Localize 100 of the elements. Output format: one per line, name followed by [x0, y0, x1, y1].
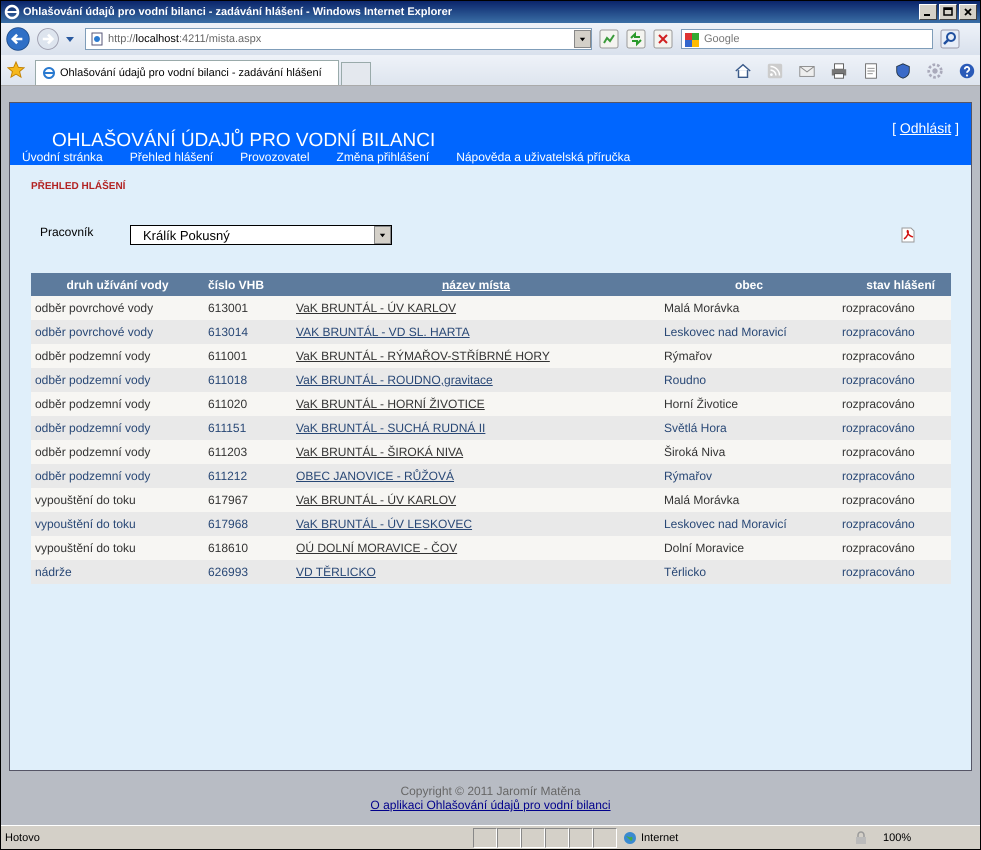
- table-cell: 611018: [204, 368, 292, 392]
- column-header: druh užívání vody: [31, 273, 204, 296]
- table-cell: vypouštění do toku: [31, 488, 204, 512]
- close-button[interactable]: [959, 4, 977, 20]
- table-cell: odběr podzemní vody: [31, 464, 204, 488]
- table-cell: odběr podzemní vody: [31, 416, 204, 440]
- dropdown-button[interactable]: [574, 30, 591, 48]
- table-cell: nádrže: [31, 560, 204, 584]
- place-link[interactable]: VaK BRUNTÁL - ROUDNO,gravitace: [292, 368, 660, 392]
- maximize-button[interactable]: [939, 4, 957, 20]
- worker-label: Pracovník: [40, 225, 94, 239]
- nav-link[interactable]: Změna přihlášení: [336, 150, 430, 164]
- copyright-text: Copyright © 2011 Jaromír Matěna: [400, 784, 581, 798]
- column-header[interactable]: název místa: [292, 273, 660, 296]
- table-cell: 611151: [204, 416, 292, 440]
- table-cell: Rýmařov: [660, 344, 838, 368]
- help-icon[interactable]: [958, 62, 976, 80]
- table-cell: rozpracováno: [838, 344, 951, 368]
- place-link[interactable]: VaK BRUNTÁL - SUCHÁ RUDNÁ II: [292, 416, 660, 440]
- table-cell: 613001: [204, 296, 292, 320]
- address-field[interactable]: http://localhost:4211/mista.aspx: [85, 28, 592, 50]
- worker-select[interactable]: Králík Pokusný: [130, 225, 392, 245]
- table-cell: rozpracováno: [838, 368, 951, 392]
- table-cell: Malá Morávka: [660, 296, 838, 320]
- stop-icon[interactable]: [653, 29, 673, 49]
- table-cell: Dolní Moravice: [660, 536, 838, 560]
- table-cell: Široká Niva: [660, 440, 838, 464]
- logout-link[interactable]: Odhlásit: [900, 120, 952, 136]
- status-panel: [473, 828, 497, 848]
- back-button[interactable]: [5, 26, 31, 52]
- status-panel: [521, 828, 545, 848]
- browser-tab[interactable]: Ohlašování údajů pro vodní bilanci - zadávání hlášení: [35, 60, 339, 85]
- table-cell: Malá Morávka: [660, 488, 838, 512]
- bracket-text: [: [892, 120, 896, 136]
- favorites-icon[interactable]: [7, 61, 25, 79]
- status-panel: [545, 828, 569, 848]
- place-link[interactable]: VD TĚRLICKO: [292, 560, 660, 584]
- minimize-button[interactable]: [919, 4, 937, 20]
- table-cell: rozpracováno: [838, 512, 951, 536]
- table-cell: 611020: [204, 392, 292, 416]
- place-link[interactable]: VaK BRUNTÁL - RÝMAŘOV-STŘÍBRNÉ HORY: [292, 344, 660, 368]
- pdf-icon[interactable]: [900, 227, 916, 243]
- about-link[interactable]: O aplikaci Ohlašování údajů pro vodní bilanci: [370, 798, 611, 812]
- search-icon[interactable]: [940, 29, 960, 49]
- table-cell: Světlá Hora: [660, 416, 838, 440]
- table-cell: odběr podzemní vody: [31, 440, 204, 464]
- caret-icon: [378, 230, 387, 240]
- caret-icon[interactable]: [65, 34, 75, 44]
- table-cell: odběr podzemní vody: [31, 368, 204, 392]
- page-icon: [90, 32, 104, 46]
- status-panel: [593, 828, 617, 848]
- minimize-icon: [924, 14, 930, 16]
- table-cell: 613014: [204, 320, 292, 344]
- table-cell: Roudno: [660, 368, 838, 392]
- place-link[interactable]: VaK BRUNTÁL - ÚV LESKOVEC: [292, 512, 660, 536]
- place-link[interactable]: VAK BRUNTÁL - VD SL. HARTA: [292, 320, 660, 344]
- place-link[interactable]: VaK BRUNTÁL - ÚV KARLOV: [292, 296, 660, 320]
- table-cell: 611203: [204, 440, 292, 464]
- place-link[interactable]: OÚ DOLNÍ MORAVICE - ČOV: [292, 536, 660, 560]
- table-cell: rozpracováno: [838, 560, 951, 584]
- place-link[interactable]: VaK BRUNTÁL - HORNÍ ŽIVOTICE: [292, 392, 660, 416]
- table-cell: rozpracováno: [838, 440, 951, 464]
- home-icon[interactable]: [734, 62, 752, 80]
- table-cell: Leskovec nad Moravicí: [660, 320, 838, 344]
- dropdown-button[interactable]: [374, 226, 391, 244]
- nav-link[interactable]: Přehled hlášení: [130, 150, 214, 164]
- nav-link[interactable]: Nápověda a uživatelská příručka: [456, 150, 630, 164]
- zoom-level[interactable]: 100%: [883, 832, 953, 844]
- table-cell: 617968: [204, 512, 292, 536]
- section-heading: PŘEHLED HLÁŠENÍ: [31, 181, 126, 192]
- page-icon[interactable]: [862, 62, 880, 80]
- table-cell: 611001: [204, 344, 292, 368]
- nav-link[interactable]: Úvodní stránka: [22, 150, 103, 164]
- column-header: obec: [660, 273, 838, 296]
- table-cell: Těrlicko: [660, 560, 838, 584]
- place-link[interactable]: VaK BRUNTÁL - ŠIROKÁ NIVA: [292, 440, 660, 464]
- printer-icon[interactable]: [830, 62, 848, 80]
- place-link[interactable]: VaK BRUNTÁL - ÚV KARLOV: [292, 488, 660, 512]
- tab-icon: [42, 66, 56, 80]
- table-cell: rozpracováno: [838, 464, 951, 488]
- table-cell: 611212: [204, 464, 292, 488]
- table-cell: odběr podzemní vody: [31, 392, 204, 416]
- search-field[interactable]: Google: [681, 29, 933, 49]
- security-zone: Internet: [641, 832, 678, 844]
- table-cell: odběr povrchové vody: [31, 320, 204, 344]
- shield-icon[interactable]: [894, 62, 912, 80]
- nav-link[interactable]: Provozovatel: [240, 150, 310, 164]
- table-cell: rozpracováno: [838, 320, 951, 344]
- table-cell: 618610: [204, 536, 292, 560]
- select-value: Králík Pokusný: [143, 228, 230, 242]
- refresh-icon[interactable]: [626, 29, 646, 49]
- place-link[interactable]: OBEC JANOVICE - RŮŽOVÁ: [292, 464, 660, 488]
- table-cell: vypouštění do toku: [31, 512, 204, 536]
- table-cell: rozpracováno: [838, 488, 951, 512]
- status-text: Hotovo: [5, 832, 41, 844]
- close-icon: [963, 7, 973, 17]
- column-header: číslo VHB: [204, 273, 292, 296]
- column-header: stav hlášení: [838, 273, 951, 296]
- browser-logo-icon: [4, 4, 20, 20]
- table-cell: Horní Životice: [660, 392, 838, 416]
